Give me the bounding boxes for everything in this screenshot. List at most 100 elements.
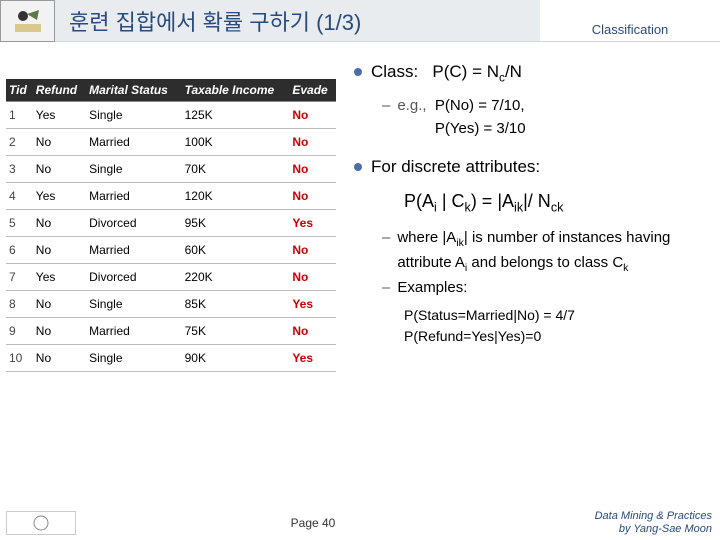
cell-marital: Married xyxy=(86,129,181,156)
th-evade: Evade xyxy=(289,79,336,102)
th-tid: Tid xyxy=(6,79,33,102)
where-p1: where |A xyxy=(397,229,456,246)
cell-tid: 2 xyxy=(6,129,33,156)
cell-evade: No xyxy=(289,156,336,183)
cell-evade: No xyxy=(289,183,336,210)
footer-credit: Data Mining & Practices by Yang-Sae Moon xyxy=(550,510,720,536)
class-line: Class: P(C) = Nc/N xyxy=(371,59,522,87)
table-row: 8NoSingle85KYes xyxy=(6,291,336,318)
table-row: 10NoSingle90KYes xyxy=(6,345,336,372)
cell-income: 220K xyxy=(182,264,290,291)
where-tail: and belongs to class C xyxy=(467,254,623,271)
bullet-dot-icon xyxy=(354,163,362,171)
where-text: where |Aik| is number of instances havin… xyxy=(397,227,710,277)
cell-refund: No xyxy=(33,210,86,237)
header-icon xyxy=(0,0,55,42)
credit-line-1: Data Mining & Practices xyxy=(550,510,712,523)
cell-tid: 5 xyxy=(6,210,33,237)
df-p2: | C xyxy=(437,191,465,211)
example-1: P(Status=Married|No) = 4/7 xyxy=(404,305,710,326)
where-s1: ik xyxy=(456,237,464,249)
cell-income: 90K xyxy=(182,345,290,372)
dash-icon: – xyxy=(382,95,390,140)
df-p4: |/ N xyxy=(523,191,551,211)
eg1: P(No) = 7/10, xyxy=(435,97,525,114)
cell-evade: No xyxy=(289,264,336,291)
training-table: Tid Refund Marital Status Taxable Income… xyxy=(6,79,336,372)
cell-marital: Single xyxy=(86,291,181,318)
table-row: 2NoMarried100KNo xyxy=(6,129,336,156)
cell-tid: 1 xyxy=(6,102,33,129)
cell-evade: No xyxy=(289,237,336,264)
table-row: 7YesDivorced220KNo xyxy=(6,264,336,291)
th-refund: Refund xyxy=(33,79,86,102)
example-2: P(Refund=Yes|Yes)=0 xyxy=(404,326,710,347)
cell-evade: Yes xyxy=(289,291,336,318)
cell-income: 95K xyxy=(182,210,290,237)
cell-refund: Yes xyxy=(33,183,86,210)
discrete-formula: P(Ai | Ck) = |Aik|/ Nck xyxy=(404,188,710,217)
examples-block: P(Status=Married|No) = 4/7 P(Refund=Yes|… xyxy=(404,305,710,347)
data-table-area: Tid Refund Marital Status Taxable Income… xyxy=(6,54,336,372)
cell-refund: No xyxy=(33,291,86,318)
cell-refund: No xyxy=(33,156,86,183)
cell-marital: Married xyxy=(86,237,181,264)
cell-income: 60K xyxy=(182,237,290,264)
slide-header: 훈련 집합에서 확률 구하기 (1/3) Classification xyxy=(0,0,720,42)
cell-marital: Divorced xyxy=(86,264,181,291)
df-p3: ) = |A xyxy=(471,191,514,211)
th-income: Taxable Income xyxy=(182,79,290,102)
cell-marital: Married xyxy=(86,183,181,210)
bullet-dot-icon xyxy=(354,68,362,76)
cell-income: 75K xyxy=(182,318,290,345)
cell-tid: 8 xyxy=(6,291,33,318)
table-row: 4YesMarried120KNo xyxy=(6,183,336,210)
discrete-label: For discrete attributes: xyxy=(371,154,540,180)
slide-topic: Classification xyxy=(540,0,720,42)
cell-marital: Single xyxy=(86,345,181,372)
cell-evade: Yes xyxy=(289,345,336,372)
cell-marital: Divorced xyxy=(86,210,181,237)
cell-income: 120K xyxy=(182,183,290,210)
cell-evade: Yes xyxy=(289,210,336,237)
bullet-discrete: For discrete attributes: xyxy=(354,154,710,180)
cell-income: 70K xyxy=(182,156,290,183)
df-s4: ck xyxy=(551,200,564,214)
page-number: Page 40 xyxy=(76,516,550,530)
cell-income: 125K xyxy=(182,102,290,129)
cell-evade: No xyxy=(289,129,336,156)
cell-tid: 9 xyxy=(6,318,33,345)
class-formula-p1: P(C) = N xyxy=(432,62,499,81)
examples-label: Examples: xyxy=(397,277,467,300)
cell-tid: 6 xyxy=(6,237,33,264)
cell-refund: No xyxy=(33,237,86,264)
dash-icon: – xyxy=(382,277,390,300)
slide-body: Tid Refund Marital Status Taxable Income… xyxy=(0,42,720,372)
cell-tid: 7 xyxy=(6,264,33,291)
slide-footer: Page 40 Data Mining & Practices by Yang-… xyxy=(0,506,720,540)
cell-evade: No xyxy=(289,318,336,345)
cell-refund: No xyxy=(33,318,86,345)
eg2: P(Yes) = 3/10 xyxy=(435,120,526,137)
cell-evade: No xyxy=(289,102,336,129)
table-row: 3NoSingle70KNo xyxy=(6,156,336,183)
df-s3: ik xyxy=(514,200,523,214)
cell-refund: No xyxy=(33,129,86,156)
table-row: 1YesSingle125KNo xyxy=(6,102,336,129)
eg-label: e.g., xyxy=(397,97,426,114)
content-area: Class: P(C) = Nc/N – e.g., P(No) = 7/10,… xyxy=(336,54,710,372)
cell-refund: No xyxy=(33,345,86,372)
cell-marital: Married xyxy=(86,318,181,345)
table-row: 9NoMarried75KNo xyxy=(6,318,336,345)
university-logo xyxy=(6,511,76,535)
eg-line: – e.g., P(No) = 7/10, P(Yes) = 3/10 xyxy=(382,95,710,140)
cell-tid: 10 xyxy=(6,345,33,372)
df-p1: P(A xyxy=(404,191,434,211)
slide-title: 훈련 집합에서 확률 구하기 (1/3) xyxy=(55,0,540,42)
credit-line-2: by Yang-Sae Moon xyxy=(550,523,712,536)
where-s3: k xyxy=(623,262,628,274)
cell-marital: Single xyxy=(86,156,181,183)
cell-refund: Yes xyxy=(33,102,86,129)
cell-income: 100K xyxy=(182,129,290,156)
bullet-class: Class: P(C) = Nc/N xyxy=(354,59,710,87)
